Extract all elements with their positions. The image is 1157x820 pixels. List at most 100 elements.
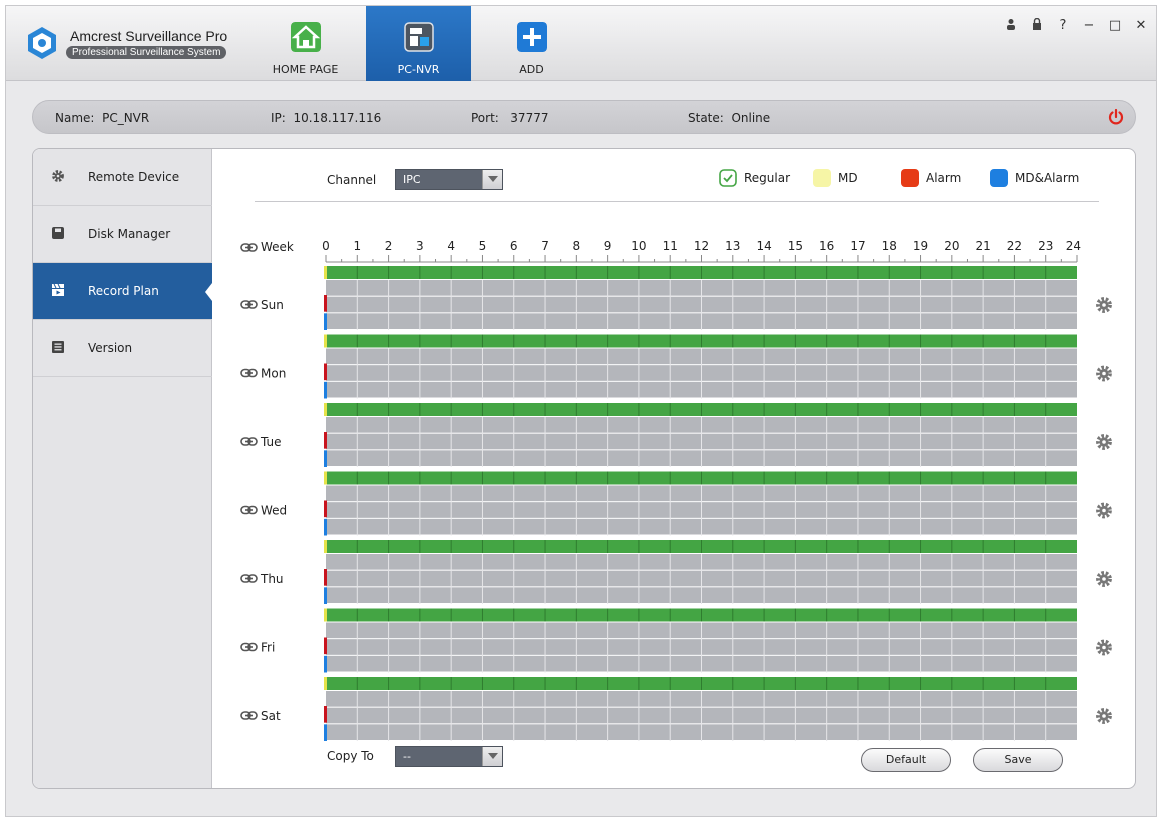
day-label-sun: Sun: [261, 298, 284, 312]
device-state: State: Online: [688, 111, 770, 125]
alarm-marker: [324, 363, 327, 381]
close-button[interactable]: ✕: [1134, 18, 1148, 38]
tab-add[interactable]: ADD: [479, 6, 584, 81]
lock-icon[interactable]: [1030, 17, 1044, 38]
hour-label: 17: [850, 239, 865, 253]
gear-icon[interactable]: [1096, 639, 1112, 656]
power-icon[interactable]: [1107, 108, 1125, 126]
link-icon[interactable]: [240, 243, 258, 252]
sidebar-item-record-plan[interactable]: Record Plan: [33, 263, 212, 320]
device-state-value: Online: [731, 111, 771, 125]
hour-label: 12: [694, 239, 709, 253]
hour-label: 0: [322, 239, 330, 253]
hour-label: 23: [1038, 239, 1053, 253]
sidebar-item-disk-manager[interactable]: Disk Manager: [33, 206, 212, 263]
app-window: Amcrest Surveillance Pro Professional Su…: [5, 5, 1157, 817]
copy-to-label: Copy To: [327, 749, 374, 763]
hour-label: 14: [756, 239, 771, 253]
md-alarm-marker: [324, 450, 327, 467]
sidebar-item-remote-device[interactable]: Remote Device: [33, 149, 212, 206]
gear-icon[interactable]: [1096, 502, 1112, 519]
tab-pc-nvr[interactable]: PC-NVR: [366, 6, 471, 81]
hour-label: 4: [447, 239, 455, 253]
amcrest-logo-icon: [28, 27, 56, 59]
gear-icon[interactable]: [1096, 365, 1112, 382]
link-icon[interactable]: [240, 505, 258, 515]
link-icon[interactable]: [240, 642, 258, 652]
md-alarm-marker: [324, 587, 327, 604]
sidebar-item-label: Record Plan: [88, 284, 159, 298]
gear-icon[interactable]: [1096, 297, 1112, 313]
hour-label: 20: [944, 239, 959, 253]
disk-icon: [52, 227, 64, 239]
default-button[interactable]: Default: [861, 748, 951, 772]
day-label-fri: Fri: [261, 641, 275, 655]
md-marker: [324, 471, 327, 485]
hour-label: 22: [1007, 239, 1022, 253]
tab-label: HOME PAGE: [272, 63, 339, 76]
hour-label: 7: [541, 239, 549, 253]
gear-icon[interactable]: [1096, 434, 1112, 450]
sidebar-item-label: Remote Device: [88, 170, 180, 184]
link-icon[interactable]: [240, 300, 258, 309]
device-ip-label: IP:: [271, 111, 286, 125]
copy-to-select[interactable]: --: [395, 746, 503, 767]
clapperboard-icon: [52, 283, 64, 296]
device-port-label: Port:: [471, 111, 499, 125]
maximize-button[interactable]: □: [1108, 18, 1122, 38]
day-label-mon: Mon: [261, 367, 286, 381]
md-alarm-marker: [324, 724, 327, 741]
gear-icon: [52, 170, 64, 182]
md-marker: [324, 334, 327, 348]
pc-nvr-icon: [404, 22, 434, 52]
gear-icon[interactable]: [1096, 708, 1112, 724]
link-icon[interactable]: [240, 437, 258, 446]
window-controls: ? − □ ✕: [1004, 17, 1148, 38]
day-label-tue: Tue: [260, 435, 282, 449]
device-info-bar: Name: PC_NVR IP: 10.18.117.116 Port: 377…: [32, 100, 1136, 134]
device-state-label: State:: [688, 111, 724, 125]
week-label: Week: [261, 240, 294, 254]
hour-label: 16: [819, 239, 834, 253]
md-marker: [324, 677, 327, 690]
help-button[interactable]: ?: [1056, 18, 1070, 38]
device-ip: IP: 10.18.117.116: [271, 111, 381, 125]
document-icon: [52, 341, 64, 353]
hour-label: 13: [725, 239, 740, 253]
gear-icon[interactable]: [1096, 571, 1112, 587]
app-subtitle: Professional Surveillance System: [66, 46, 227, 59]
device-port-value: 37777: [510, 111, 549, 125]
home-icon: [291, 22, 321, 52]
day-label-wed: Wed: [261, 504, 287, 518]
alarm-marker: [324, 500, 327, 518]
tab-label: PC-NVR: [397, 63, 440, 76]
schedule-grid[interactable]: Week 0 1 2 3 4 5 6 7 8 9 10 11 12 13 14 15 16 17 18 19 20 21 22…: [213, 149, 1136, 789]
md-marker: [324, 403, 327, 416]
md-marker: [324, 266, 327, 279]
user-icon[interactable]: [1004, 18, 1018, 38]
sidebar-item-version[interactable]: Version: [33, 320, 212, 377]
hour-label: 11: [663, 239, 678, 253]
save-button[interactable]: Save: [973, 748, 1063, 772]
hour-label: 15: [788, 239, 803, 253]
device-ip-value: 10.18.117.116: [293, 111, 382, 125]
tab-home-page[interactable]: HOME PAGE: [253, 6, 358, 81]
hour-label: 19: [913, 239, 928, 253]
alarm-marker: [324, 637, 327, 655]
minimize-button[interactable]: −: [1082, 18, 1096, 38]
alarm-marker: [324, 706, 327, 723]
link-icon[interactable]: [240, 368, 258, 378]
device-name-label: Name:: [55, 111, 95, 125]
link-icon[interactable]: [240, 711, 258, 720]
alarm-marker: [324, 295, 327, 312]
hour-label: 24: [1066, 239, 1081, 253]
chevron-down-icon: [482, 747, 502, 766]
hour-label: 10: [631, 239, 646, 253]
device-name: Name: PC_NVR: [55, 111, 149, 125]
title-bar: Amcrest Surveillance Pro Professional Su…: [6, 6, 1156, 81]
link-icon[interactable]: [240, 574, 258, 583]
hour-label: 8: [573, 239, 581, 253]
day-label-thu: Thu: [260, 572, 284, 586]
add-icon: [517, 22, 547, 52]
sidebar-item-label: Disk Manager: [88, 227, 171, 241]
